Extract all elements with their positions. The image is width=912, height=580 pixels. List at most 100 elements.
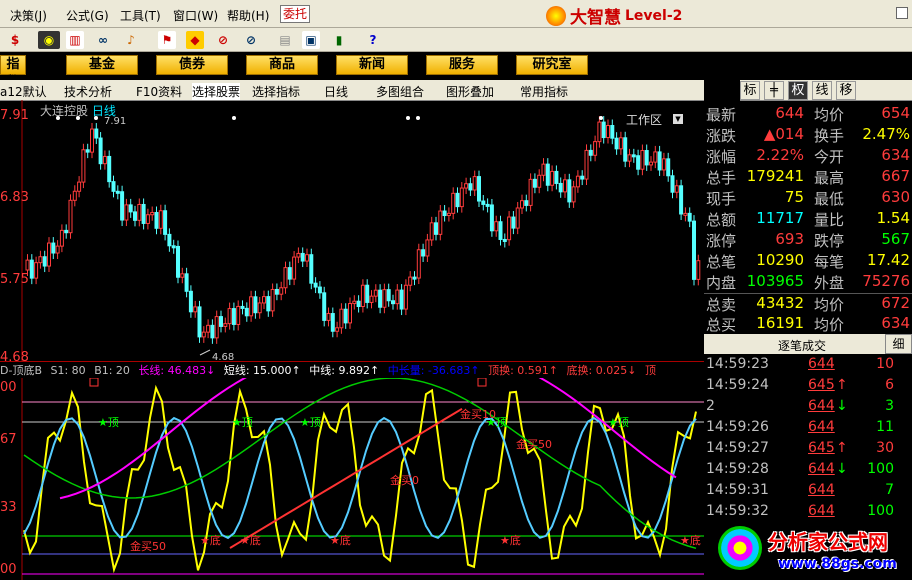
- candle-body: [541, 163, 546, 176]
- dollar-icon[interactable]: $: [6, 31, 24, 49]
- tab-select-indicator[interactable]: 选择指标: [252, 83, 300, 100]
- candle-body: [485, 203, 490, 207]
- quote-label: 换手: [814, 127, 845, 145]
- trade-time: 14:59:26: [706, 419, 769, 435]
- candle-body: [472, 176, 477, 191]
- candle-body: [498, 221, 503, 240]
- diamond-icon[interactable]: ◆: [186, 31, 204, 49]
- candle-body: [696, 260, 701, 280]
- tab-f10[interactable]: F10资料: [136, 83, 182, 100]
- bottom-signal-label: ★底: [680, 533, 701, 547]
- trade-price: 644: [808, 503, 835, 519]
- candle-body: [382, 289, 387, 308]
- quote-label: 外盘: [814, 274, 845, 292]
- menu-decision[interactable]: 决策(J): [10, 7, 47, 24]
- quote-value: 10290: [756, 251, 804, 269]
- menu-help[interactable]: 帮助(H): [227, 7, 269, 24]
- indicator-short: 短线: 15.000↑: [223, 364, 301, 377]
- tab-multi-chart[interactable]: 多图组合: [376, 83, 424, 100]
- bell-icon[interactable]: ♪: [122, 31, 140, 49]
- quote-label: 涨跌: [706, 127, 737, 145]
- tab-line[interactable]: 线: [812, 81, 832, 100]
- candle-body: [515, 207, 520, 229]
- candlestick-chart[interactable]: 4.68 7.91: [0, 100, 704, 362]
- candle-body: [593, 141, 598, 156]
- trade-price: 644: [808, 482, 835, 498]
- tab-daily[interactable]: 日线: [324, 83, 348, 100]
- barcode-icon[interactable]: ▥: [66, 31, 84, 49]
- candle-body: [563, 179, 567, 193]
- indicator-axis-label: 67: [0, 432, 17, 447]
- flower-logo-icon: [718, 526, 762, 570]
- tab-quote[interactable]: 标: [740, 81, 760, 100]
- quote-row: 总手 179241 最高 667: [704, 167, 912, 188]
- trade-volume: 10: [876, 356, 894, 372]
- candle-body: [227, 308, 232, 325]
- trade-time: 14:59:23: [706, 356, 769, 372]
- low-price-label: 4.68: [212, 352, 234, 362]
- indicator-chart[interactable]: ★顶 ★顶 ★顶 ★顶 ★顶★底 ★底 ★底 ★底 ★底金买50金买50金买10金买0: [0, 378, 704, 580]
- buy-signal-label: 金买50: [516, 437, 552, 451]
- price-axis-label: 5.75: [0, 272, 29, 287]
- trade-row: 2 644 ↓ 3: [704, 398, 912, 419]
- candle-body: [305, 254, 309, 262]
- candle-body: [287, 267, 292, 280]
- indicator-axis-label: 00: [0, 562, 17, 577]
- nav-service[interactable]: 服务: [426, 55, 498, 75]
- indicator-name: D-顶底B: [0, 364, 42, 377]
- candle-body: [391, 300, 395, 305]
- nav-research[interactable]: 研究室: [516, 55, 588, 75]
- nav-bond[interactable]: 债券: [156, 55, 228, 75]
- nav-index[interactable]: 指数: [0, 55, 26, 90]
- menu-trade[interactable]: 委托: [280, 5, 310, 23]
- help-pointer-icon[interactable]: ?: [364, 31, 382, 49]
- candle-body: [219, 316, 223, 327]
- menu-tools[interactable]: 工具(T): [120, 7, 161, 24]
- tab-default[interactable]: a12默认: [0, 83, 47, 100]
- brand-globe-icon: [546, 5, 566, 26]
- tab-common-indicator[interactable]: 常用指标: [520, 83, 568, 100]
- candle-body: [300, 252, 305, 262]
- candle-body: [133, 211, 137, 221]
- candle-body: [266, 296, 271, 312]
- window-control[interactable]: [896, 7, 908, 19]
- binoculars-icon[interactable]: ∞: [94, 31, 112, 49]
- flag-icon[interactable]: ⚑: [158, 31, 176, 49]
- window-icon[interactable]: ▣: [302, 31, 320, 49]
- nav-commodity[interactable]: 商品: [246, 55, 318, 75]
- trade-time: 2: [706, 398, 715, 414]
- candle-body: [373, 289, 378, 297]
- books-icon[interactable]: ▮: [330, 31, 348, 49]
- nav-fund[interactable]: 基金: [66, 55, 138, 75]
- nav-news[interactable]: 新闻: [336, 55, 408, 75]
- candle-body: [120, 191, 125, 221]
- link-icon[interactable]: ⊘: [242, 31, 260, 49]
- note-icon[interactable]: ▤: [276, 31, 294, 49]
- candle-body: [348, 303, 352, 324]
- tab-overlay[interactable]: 图形叠加: [446, 83, 494, 100]
- menu-window[interactable]: 窗口(W): [173, 7, 218, 24]
- trades-detail-button[interactable]: 细: [885, 334, 912, 354]
- trade-time: 14:59:31: [706, 482, 769, 498]
- tab-select-stock[interactable]: 选择股票: [192, 83, 241, 100]
- tab-move[interactable]: 移: [836, 81, 856, 100]
- stamp-icon[interactable]: ⊘: [214, 31, 232, 49]
- nav-bar: 指数 基金 债券 商品 新闻 服务 研究室 工作区 ▼: [0, 53, 912, 127]
- candle-body: [111, 181, 116, 192]
- candle-body: [614, 137, 619, 150]
- trade-volume: 3: [885, 398, 894, 414]
- candle-body: [425, 239, 430, 257]
- quote-label: 总卖: [706, 296, 737, 314]
- glasses-icon[interactable]: ◉: [38, 31, 60, 49]
- menu-formula[interactable]: 公式(G): [66, 7, 109, 24]
- candle-body: [524, 200, 529, 206]
- tab-rights[interactable]: 权: [788, 81, 808, 100]
- candle-body: [141, 203, 146, 224]
- quote-row: 最新 644 均价 654: [704, 104, 912, 125]
- quote-value: 11717: [756, 209, 804, 227]
- tab-grid[interactable]: ╪: [764, 81, 784, 100]
- tab-tech-analysis[interactable]: 技术分析: [64, 83, 112, 100]
- quote-label: 均价: [814, 106, 845, 124]
- candle-body: [451, 192, 456, 214]
- top-signal-label: ★顶: [232, 416, 253, 429]
